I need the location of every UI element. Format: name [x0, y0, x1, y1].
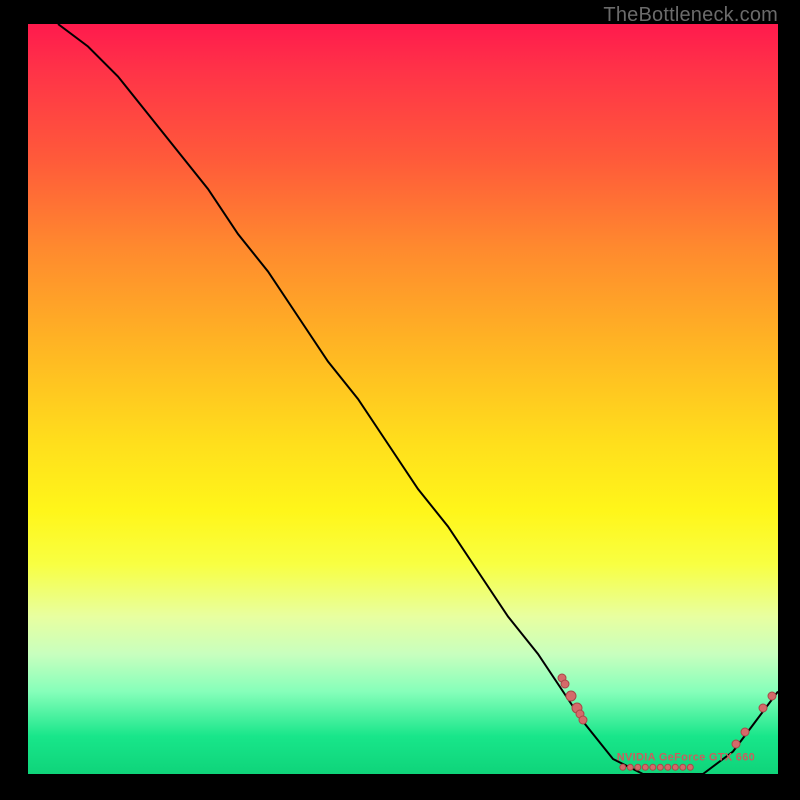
marker-dot: [732, 740, 740, 748]
marker-dot: [558, 674, 566, 682]
marker-dot: [627, 764, 633, 770]
marker-dot: [680, 764, 686, 770]
plot-area: NVIDIA GeForce GTX 660: [28, 24, 778, 774]
marker-dot: [561, 680, 569, 688]
marker-dot: [576, 710, 584, 718]
marker-dot: [741, 728, 749, 736]
marker-dot: [620, 764, 626, 770]
marker-dot: [687, 764, 693, 770]
marker-dot: [572, 703, 582, 713]
marker-dot: [759, 704, 767, 712]
marker-dot: [665, 764, 671, 770]
chart-stage: TheBottleneck.com NVIDIA GeForce GTX 660: [0, 0, 800, 800]
chart-overlay: NVIDIA GeForce GTX 660: [28, 24, 778, 774]
marker-dot: [672, 764, 678, 770]
marker-dot: [768, 692, 776, 700]
marker-dot: [642, 764, 648, 770]
marker-group: [558, 674, 776, 770]
curve-line: [58, 24, 778, 774]
marker-dot: [566, 691, 576, 701]
marker-dot: [657, 764, 663, 770]
marker-dot: [635, 764, 641, 770]
annotation-label: NVIDIA GeForce GTX 660: [617, 752, 755, 764]
marker-dot: [579, 716, 587, 724]
marker-dot: [650, 764, 656, 770]
